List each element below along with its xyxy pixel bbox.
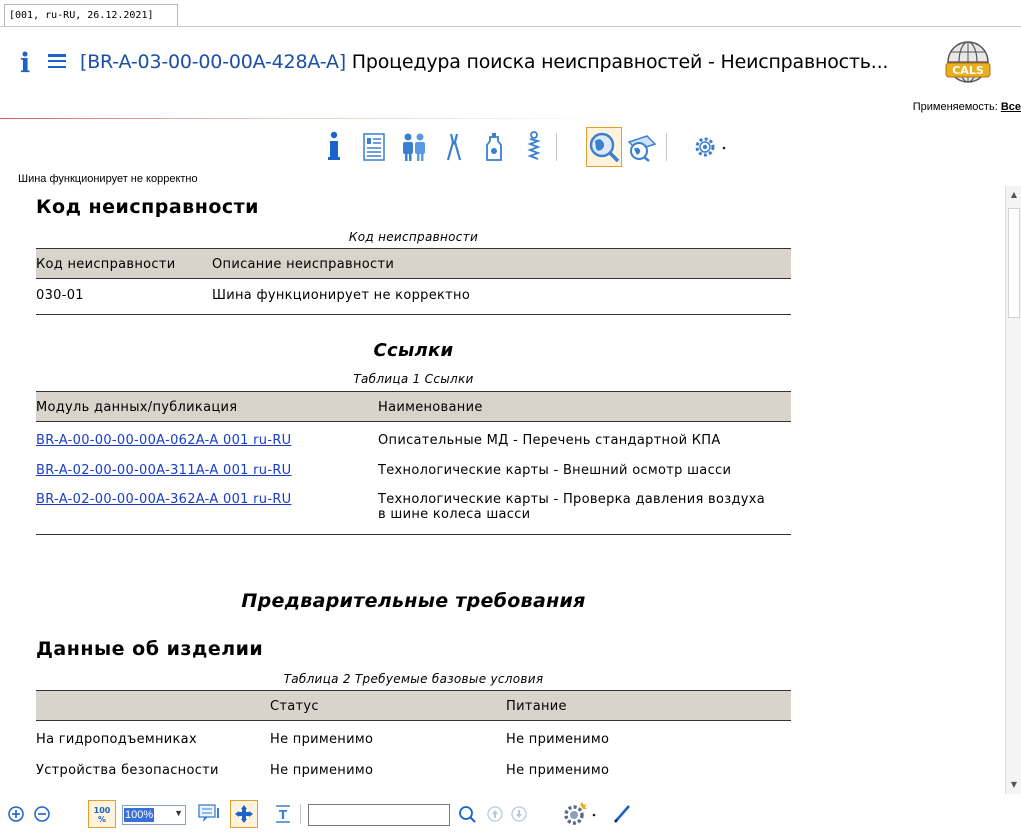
comments-icon[interactable] <box>196 800 222 828</box>
table-row: BR-A-02-00-00-00A-311A-A 001 ru-RU Техно… <box>36 458 791 488</box>
column-header: Питание <box>506 699 567 714</box>
chevron-down-icon[interactable]: ▼ <box>174 808 183 818</box>
tools-icon[interactable] <box>436 127 472 167</box>
search-icon[interactable] <box>456 800 478 828</box>
column-header: Наименование <box>378 400 483 415</box>
spares-icon[interactable] <box>516 127 552 167</box>
svg-text:T: T <box>279 808 288 822</box>
references-caption: Таблица 1 Ссылки <box>353 372 474 386</box>
document-content: Код неисправности Код неисправности Код … <box>0 186 1005 794</box>
view-toolbar <box>316 127 736 167</box>
consumables-icon[interactable] <box>476 127 512 167</box>
pan-icon[interactable] <box>230 800 258 828</box>
reference-title: Описательные МД - Перечень стандартной К… <box>378 433 721 448</box>
product-data-heading: Данные об изделии <box>36 638 264 660</box>
document-title: Шина функционирует не корректно <box>18 173 198 185</box>
applicability: Применяемость: Все <box>912 101 1021 113</box>
info-icon[interactable]: i <box>20 49 30 79</box>
table-row: BR-A-00-00-00-00A-062A-A 001 ru-RU Описа… <box>36 422 791 458</box>
actual-size-icon[interactable]: 100% <box>88 800 116 828</box>
prerequisites-heading: Предварительные требования <box>241 590 586 612</box>
table-header: Код неисправности Описание неисправности <box>36 249 791 279</box>
document-list-icon[interactable] <box>356 127 392 167</box>
svg-text:CALS: CALS <box>952 64 984 77</box>
print-settings-icon[interactable] <box>624 127 660 167</box>
scroll-up-icon[interactable]: ▲ <box>1008 188 1020 202</box>
references-table: Модуль данных/публикация Наименование BR… <box>36 391 791 535</box>
fault-code-table: Код неисправности Описание неисправности… <box>36 248 791 315</box>
column-header: Код неисправности <box>36 257 176 272</box>
table-header: Модуль данных/публикация Наименование <box>36 392 791 422</box>
zoom-out-icon[interactable] <box>32 800 52 828</box>
vertical-scrollbar[interactable]: ▲ ▼ <box>1005 186 1021 794</box>
fault-table-caption: Код неисправности <box>348 230 479 244</box>
svg-text:%: % <box>98 815 106 824</box>
info-icon[interactable] <box>316 127 352 167</box>
search-globe-icon[interactable] <box>586 127 622 167</box>
toolbar-separator <box>556 133 557 161</box>
applicability-link[interactable]: Все <box>1001 101 1021 113</box>
header-divider <box>0 118 1021 119</box>
next-result-icon[interactable] <box>508 800 530 828</box>
references-heading: Ссылки <box>373 340 454 361</box>
svg-text:100: 100 <box>94 806 111 815</box>
reference-title: в шине колеса шасси <box>378 507 531 522</box>
table-row: 030-01 Шина функционирует не корректно <box>36 279 791 314</box>
condition-power: Не применимо <box>506 763 610 778</box>
column-header: Модуль данных/публикация <box>36 400 238 415</box>
dm-reference-link[interactable]: BR-A-02-00-00-00A-362A-A 001 ru-RU <box>36 492 292 507</box>
column-header: Статус <box>270 699 319 714</box>
tag-divider <box>0 26 1021 27</box>
table-row: На гидроподъемниках Не применимо Не прим… <box>36 721 791 757</box>
toolbar-separator <box>300 804 301 824</box>
fault-code-cell: 030-01 <box>36 288 84 303</box>
reference-title: Технологические карты - Проверка давлени… <box>378 492 765 507</box>
zoom-in-icon[interactable] <box>6 800 26 828</box>
condition-power: Не применимо <box>506 732 610 747</box>
version-tag: [001, ru-RU, 26.12.2021] <box>4 4 178 26</box>
conditions-caption: Таблица 2 Требуемые базовые условия <box>283 672 544 686</box>
settings-gear-icon[interactable] <box>558 800 602 828</box>
personnel-icon[interactable] <box>396 127 432 167</box>
condition-name: На гидроподъемниках <box>36 732 197 747</box>
reference-title: Технологические карты - Внешний осмотр ш… <box>378 463 732 478</box>
previous-result-icon[interactable] <box>484 800 506 828</box>
condition-name: Устройства безопасности <box>36 763 219 778</box>
table-row: Устройства безопасности Не применимо Не … <box>36 757 791 787</box>
fault-code-heading: Код неисправности <box>36 196 259 218</box>
dm-reference-link[interactable]: BR-A-00-00-00-00A-062A-A 001 ru-RU <box>36 433 292 448</box>
scroll-down-icon[interactable]: ▼ <box>1008 778 1020 792</box>
condition-status: Не применимо <box>270 763 374 778</box>
dm-title: Процедура поиска неисправностей - Неиспр… <box>345 51 889 73</box>
menu-icon[interactable] <box>48 54 66 69</box>
table-header: Статус Питание <box>36 691 791 721</box>
fault-description-cell: Шина функционирует не корректно <box>212 288 471 303</box>
search-input[interactable] <box>308 804 450 826</box>
zoom-value: 100% <box>124 808 155 822</box>
annotate-pen-icon[interactable] <box>610 800 634 828</box>
fit-text-icon[interactable]: T <box>272 800 294 828</box>
bottom-toolbar: 100% 100% ▼ T <box>0 796 1021 832</box>
table-row: BR-A-02-00-00-00A-362A-A 001 ru-RU Техно… <box>36 488 791 534</box>
dm-code: [BR-A-03-00-00-00A-428A-A] <box>80 51 346 73</box>
toolbar-separator <box>666 133 667 161</box>
column-header: Описание неисправности <box>212 257 395 272</box>
scrollbar-thumb[interactable] <box>1008 208 1020 318</box>
zoom-select[interactable]: 100% ▼ <box>122 805 186 825</box>
dm-reference-link[interactable]: BR-A-02-00-00-00A-311A-A 001 ru-RU <box>36 463 292 478</box>
cals-logo-icon: CALS <box>945 41 991 83</box>
required-conditions-table: Статус Питание На гидроподъемниках Не пр… <box>36 690 791 787</box>
condition-status: Не применимо <box>270 732 374 747</box>
gear-icon[interactable] <box>686 127 736 167</box>
title-bar: i [BR-A-03-00-00-00A-428A-A] Процедура п… <box>0 34 1021 113</box>
page-title: [BR-A-03-00-00-00A-428A-A] Процедура пои… <box>80 49 888 75</box>
